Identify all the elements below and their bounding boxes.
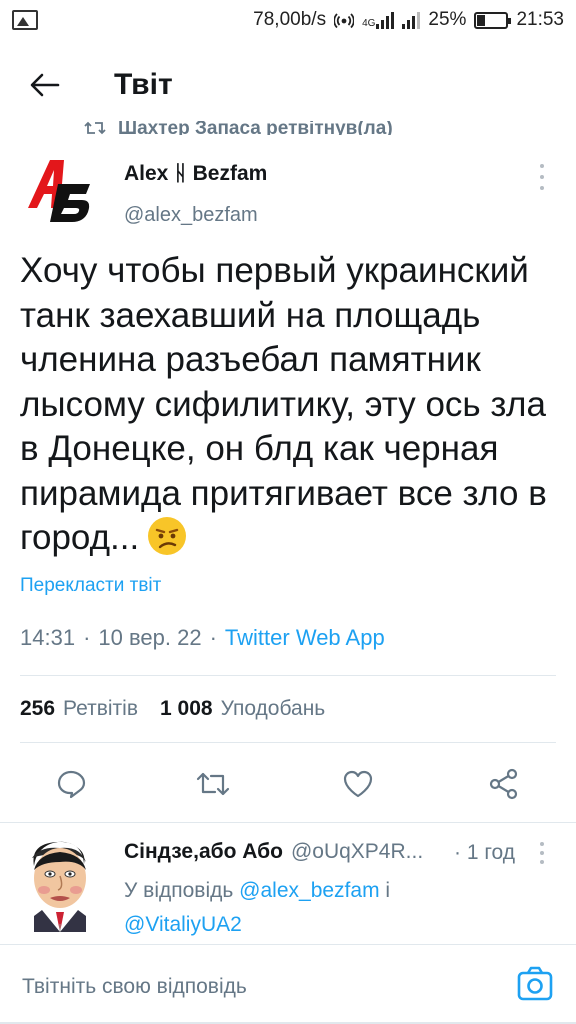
tweet-time: 14:31 bbox=[20, 625, 76, 650]
reply-author-handle[interactable]: @oUqXP4R... bbox=[291, 840, 423, 864]
retweets-count: 256 bbox=[20, 697, 56, 720]
reply-more-options-icon[interactable] bbox=[536, 842, 548, 864]
reply-time: · 1 год bbox=[454, 841, 516, 864]
meta-separator: · bbox=[209, 625, 217, 650]
retweet-icon bbox=[196, 772, 230, 796]
likes-label: Уподобань bbox=[220, 697, 326, 720]
arrow-left-icon bbox=[30, 73, 60, 97]
divider bbox=[0, 822, 576, 823]
camera-icon bbox=[517, 966, 553, 1001]
tweet-meta: 14:31 · 10 вер. 22 · Twitter Web App bbox=[20, 625, 385, 651]
reply-header: Сіндзе,або Або @oUqXP4R... bbox=[124, 840, 423, 864]
reply-icon bbox=[57, 770, 86, 799]
reply-button[interactable] bbox=[49, 762, 93, 806]
tweet-body: Хочу чтобы первый украинский танк заехав… bbox=[20, 251, 547, 557]
gallery-icon bbox=[12, 10, 38, 30]
mention-link[interactable]: @VitaliyUA2 bbox=[124, 913, 242, 936]
reply-conjunction: і bbox=[385, 879, 391, 902]
hotspot-icon bbox=[334, 13, 355, 29]
compose-bar: Твітніть свою відповідь bbox=[0, 944, 576, 1024]
network-type: 4G bbox=[362, 18, 376, 29]
tweet-stats: 256 Ретвітів 1 008 Уподобань bbox=[20, 697, 325, 721]
source-app-link[interactable]: Twitter Web App bbox=[225, 625, 385, 651]
retweeted-by[interactable]: Шахтер Запаса ретвітнув(ла) bbox=[84, 116, 393, 140]
reply-context: У відповідь @alex_bezfam і @VitaliyUA2 bbox=[124, 874, 544, 942]
reply-input[interactable]: Твітніть свою відповідь bbox=[22, 975, 247, 999]
divider bbox=[20, 742, 556, 743]
author-name[interactable]: Alex ᚺ Bezfam bbox=[124, 162, 267, 186]
share-button[interactable] bbox=[482, 762, 526, 806]
tweet-date: 10 вер. 22 bbox=[98, 625, 202, 650]
top-bar: Твіт bbox=[0, 56, 576, 114]
network-speed: 78,00b/s bbox=[253, 9, 327, 30]
likes-stat[interactable]: 1 008 Уподобань bbox=[160, 697, 325, 721]
retweet-small-icon bbox=[84, 121, 106, 135]
likes-count: 1 008 bbox=[160, 697, 213, 720]
brand-logo bbox=[20, 150, 98, 228]
signal-icon bbox=[376, 11, 395, 29]
share-icon bbox=[489, 768, 518, 800]
reply-author-name[interactable]: Сіндзе,або Або bbox=[124, 840, 283, 864]
status-bar: 78,00b/s 4G 25% 21:53 bbox=[0, 0, 576, 40]
reply-prefix: У відповідь bbox=[124, 879, 234, 902]
mention-link[interactable]: @alex_bezfam bbox=[239, 879, 379, 902]
page-title: Твіт bbox=[114, 68, 173, 101]
retweet-button[interactable] bbox=[191, 762, 235, 806]
retweets-stat[interactable]: 256 Ретвітів bbox=[20, 697, 138, 721]
caricature-avatar-image bbox=[32, 841, 86, 932]
back-button[interactable] bbox=[20, 60, 70, 110]
battery-percent: 25% bbox=[428, 9, 467, 30]
battery-icon bbox=[474, 11, 512, 29]
divider bbox=[20, 675, 556, 676]
more-options-icon[interactable] bbox=[536, 164, 548, 190]
camera-button[interactable] bbox=[516, 965, 554, 1003]
status-indicators: 78,00b/s 4G 25% 21:53 bbox=[253, 9, 564, 31]
translate-link[interactable]: Перекласти твіт bbox=[20, 575, 161, 597]
meta-separator: · bbox=[83, 625, 91, 650]
retweets-label: Ретвітів bbox=[63, 697, 138, 720]
tweet-text: Хочу чтобы первый украинский танк заехав… bbox=[20, 249, 560, 561]
retweeted-by-label: Шахтер Запаса ретвітнув(ла) bbox=[118, 121, 393, 135]
confused-face-emoji-icon bbox=[148, 517, 187, 555]
tweet-actions bbox=[0, 762, 576, 806]
author-handle[interactable]: @alex_bezfam bbox=[124, 204, 258, 227]
signal-2-icon bbox=[402, 11, 421, 29]
clock: 21:53 bbox=[516, 9, 564, 30]
reply-avatar[interactable] bbox=[20, 836, 100, 932]
author-avatar[interactable] bbox=[20, 150, 98, 228]
like-icon bbox=[343, 770, 373, 798]
like-button[interactable] bbox=[336, 762, 380, 806]
